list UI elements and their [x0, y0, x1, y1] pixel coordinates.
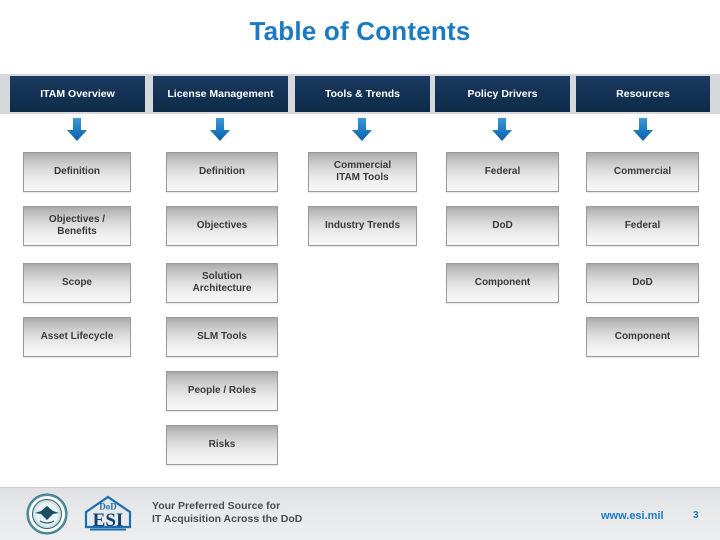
page-number: 3 [693, 510, 699, 521]
header-item-license-management[interactable]: License Management [153, 76, 288, 112]
topic-box-slm-tools[interactable]: SLM Tools [166, 317, 278, 357]
footer-tagline: Your Preferred Source for IT Acquisition… [152, 500, 302, 526]
arrow-down-icon [630, 117, 656, 143]
topic-box-label: Risks [208, 439, 236, 450]
header-item-label: Tools & Trends [324, 88, 401, 100]
topic-box-commercial[interactable]: Commercial [586, 152, 699, 192]
topic-box-people-roles[interactable]: People / Roles [166, 371, 278, 411]
topic-box-label: Definition [53, 166, 101, 177]
topic-box-definition[interactable]: Definition [166, 152, 278, 192]
topic-box-objectives-benefits[interactable]: Objectives / Benefits [23, 206, 131, 246]
tagline-line-2: IT Acquisition Across the DoD [152, 513, 303, 525]
header-item-policy-drivers[interactable]: Policy Drivers [435, 76, 570, 112]
dod-seal-icon [26, 493, 68, 535]
topic-box-dod[interactable]: DoD [446, 206, 559, 246]
header-item-label: License Management [167, 88, 274, 100]
topic-box-label: People / Roles [187, 385, 257, 396]
header-item-label: ITAM Overview [40, 88, 115, 100]
topic-box-label: Commercial [613, 166, 672, 177]
topic-box-label: Objectives [196, 220, 248, 231]
header-item-tools-and-trends[interactable]: Tools & Trends [295, 76, 430, 112]
header-item-resources[interactable]: Resources [576, 76, 710, 112]
topic-box-label: Objectives / Benefits [48, 214, 106, 237]
topic-box-commercial-itam-tools[interactable]: Commercial ITAM Tools [308, 152, 417, 192]
topic-box-label: Component [614, 331, 671, 342]
dod-esi-logo-icon: DoD ESI [78, 494, 138, 535]
topic-box-dod[interactable]: DoD [586, 263, 699, 303]
arrow-down-icon [489, 117, 515, 143]
topic-box-definition[interactable]: Definition [23, 152, 131, 192]
header-item-label: Policy Drivers [467, 88, 538, 100]
topic-box-federal[interactable]: Federal [446, 152, 559, 192]
tagline-line-1: Your Preferred Source for [152, 500, 281, 512]
topic-box-label: Commercial ITAM Tools [333, 160, 392, 183]
site-url-link[interactable]: www.esi.mil [601, 510, 664, 522]
page-title: Table of Contents [249, 16, 471, 46]
topic-box-label: Asset Lifecycle [40, 331, 114, 342]
topic-box-component[interactable]: Component [586, 317, 699, 357]
header-item-label: Resources [616, 88, 670, 100]
topic-box-label: SLM Tools [197, 331, 247, 342]
topic-box-federal[interactable]: Federal [586, 206, 699, 246]
topic-box-label: Federal [624, 220, 661, 231]
topic-box-label: Industry Trends [324, 220, 400, 231]
topic-box-risks[interactable]: Risks [166, 425, 278, 465]
topic-box-component[interactable]: Component [446, 263, 559, 303]
topic-box-label: DoD [632, 277, 653, 288]
arrow-down-icon [64, 117, 90, 143]
topic-box-solution-architecture[interactable]: Solution Architecture [166, 263, 278, 303]
topic-box-label: Scope [61, 277, 92, 288]
topic-box-label: Solution Architecture [192, 271, 252, 294]
svg-text:ESI: ESI [93, 510, 124, 531]
topic-box-asset-lifecycle[interactable]: Asset Lifecycle [23, 317, 131, 357]
topic-box-label: Definition [198, 166, 246, 177]
topic-box-label: DoD [492, 220, 513, 231]
topic-box-label: Federal [484, 166, 521, 177]
header-item-itam-overview[interactable]: ITAM Overview [10, 76, 145, 112]
arrow-down-icon [207, 117, 233, 143]
topic-box-label: Component [474, 277, 531, 288]
topic-box-industry-trends[interactable]: Industry Trends [308, 206, 417, 246]
arrow-down-icon [349, 117, 375, 143]
topic-box-scope[interactable]: Scope [23, 263, 131, 303]
topic-box-objectives[interactable]: Objectives [166, 206, 278, 246]
